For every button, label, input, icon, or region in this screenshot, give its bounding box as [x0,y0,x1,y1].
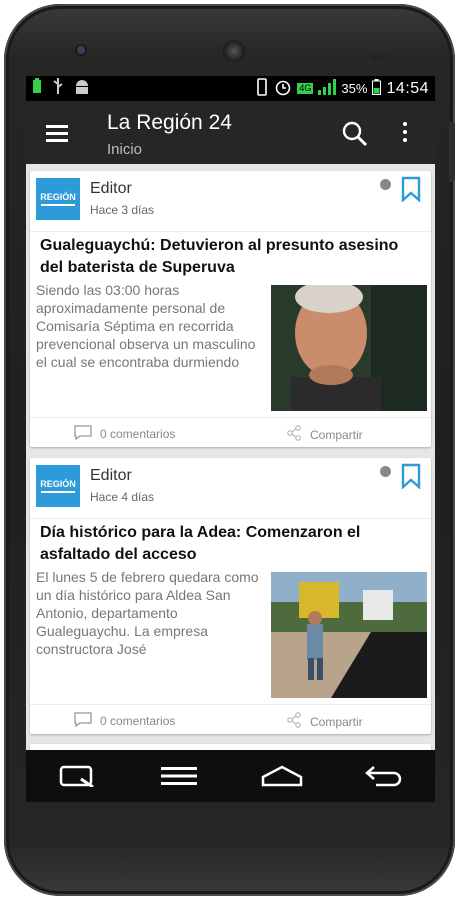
usb-icon [52,78,64,99]
publisher-logo: REGIÓN [36,178,80,220]
post-time: Hace 4 días [90,490,155,504]
publisher-logo: REGIÓN [36,465,80,507]
clock: 14:54 [386,79,429,97]
battery-percent: 35% [341,81,368,96]
alarm-icon [274,78,292,99]
share-icon [286,712,302,731]
search-nav-icon[interactable] [47,756,107,796]
bookmark-icon[interactable] [401,463,421,490]
search-icon[interactable] [342,121,368,147]
post-image[interactable] [271,572,427,698]
share-label: Compartir [310,427,363,442]
post-title[interactable]: Día histórico para la Adea: Comenzaron e… [40,522,425,566]
comments-count: 0 comentarios [100,427,176,441]
bookmark-icon[interactable] [401,176,421,203]
post-header: REGIÓN Editor Hace 4 días [30,458,431,519]
app-title: La Región 24 [107,111,232,134]
app-subtitle: Inicio [107,141,143,158]
post-footer: 0 comentarios Compartir [30,417,431,447]
screen: 4G 35% 14:54 La Región 24 Inicio REGIÓN … [26,76,435,802]
front-camera [77,46,85,54]
post-excerpt: Siendo las 03:00 horas aproximadamente p… [36,282,256,370]
post-author: Editor [90,467,132,484]
unread-dot-icon [380,179,391,190]
battery-icon [372,79,382,98]
post-title[interactable]: Gualeguaychú: Detuvieron al presunto ase… [40,235,425,279]
battery-alert-icon [32,78,42,99]
network-type-badge: 4G [297,83,314,94]
post-card[interactable]: REGIÓN Editor Hace 4 días Día histórico … [30,458,431,734]
app-bar: La Región 24 Inicio [26,101,435,164]
proximity-sensors [372,47,396,60]
side-button [449,122,455,182]
share-button[interactable]: Compartir [286,712,363,731]
comments-button[interactable]: 0 comentarios [74,712,175,730]
post-header: REGIÓN Editor Hace 3 días [30,171,431,232]
unread-dot-icon [380,466,391,477]
android-debug-icon [74,78,90,99]
menu-icon[interactable] [46,125,68,142]
post-time: Hace 3 días [90,203,155,217]
post-image[interactable] [271,285,427,411]
earpiece-speaker [223,40,245,62]
overflow-icon[interactable] [400,122,410,144]
comment-icon [74,712,92,730]
signal-icon [318,79,337,98]
post-author: Editor [90,180,132,197]
vibrate-icon [255,78,269,99]
post-footer: 0 comentarios Compartir [30,704,431,734]
post-excerpt: El lunes 5 de febrero quedara como un dí… [36,569,259,657]
share-icon [286,425,302,444]
home-icon[interactable] [252,756,312,796]
back-icon[interactable] [354,756,414,796]
menu-nav-icon[interactable] [149,756,209,796]
share-button[interactable]: Compartir [286,425,363,444]
share-label: Compartir [310,714,363,729]
post-card[interactable]: REGIÓN Editor Hace 3 días Gualeguaychú: … [30,171,431,447]
comments-button[interactable]: 0 comentarios [74,425,175,443]
status-bar: 4G 35% 14:54 [26,76,435,101]
comments-count: 0 comentarios [100,714,176,728]
navigation-bar [26,750,435,802]
comment-icon [74,425,92,443]
